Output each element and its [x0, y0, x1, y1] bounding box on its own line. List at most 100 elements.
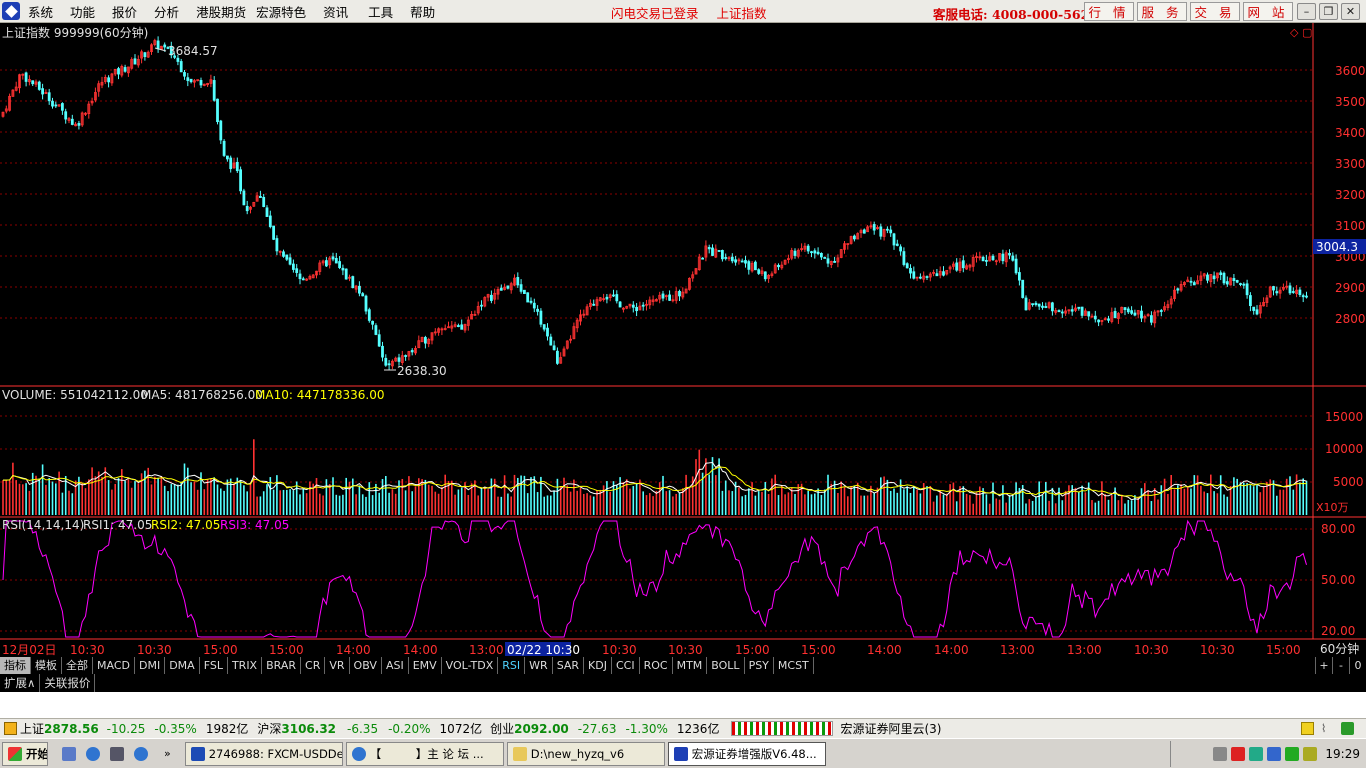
- candle-body: [1235, 280, 1239, 283]
- menu-system[interactable]: 系统: [28, 2, 53, 21]
- chart-settings-icon[interactable]: ◇ ▢: [1290, 26, 1312, 39]
- zoom-out-button[interactable]: -: [1332, 657, 1349, 674]
- candle-body: [219, 120, 223, 141]
- menu-hk-futures[interactable]: 港股期货: [196, 2, 246, 21]
- menu-help[interactable]: 帮助: [410, 2, 435, 21]
- restore-icon[interactable]: ❐: [1319, 3, 1338, 20]
- sh-change: -10.25: [106, 721, 146, 736]
- tab-trix[interactable]: TRIX: [227, 657, 263, 674]
- candle-body: [242, 190, 246, 206]
- close-icon[interactable]: ✕: [1341, 3, 1360, 20]
- bell-icon[interactable]: [1301, 722, 1314, 735]
- minimize-icon[interactable]: –: [1297, 3, 1316, 20]
- menu-hongyuan-special[interactable]: 宏源特色: [256, 2, 306, 21]
- period-label[interactable]: 60分钟: [1320, 641, 1359, 656]
- tab-asi[interactable]: ASI: [381, 657, 409, 674]
- menu-function[interactable]: 功能: [70, 2, 95, 21]
- time-axis: 12月02日 10:30 10:30 15:00 15:00 14:00 14:…: [2, 641, 1359, 657]
- service-button[interactable]: 服 务: [1137, 2, 1187, 21]
- current-index-link[interactable]: 上证指数: [717, 6, 767, 21]
- update-icon[interactable]: [1303, 747, 1318, 761]
- flag-icon[interactable]: [1231, 747, 1246, 761]
- candle-body: [324, 260, 328, 267]
- ie-icon[interactable]: [86, 746, 100, 761]
- tray-icon[interactable]: [1285, 747, 1300, 761]
- sh-price[interactable]: 2878.56: [44, 722, 99, 736]
- candle-body: [895, 243, 899, 246]
- more-icon[interactable]: »: [164, 747, 171, 760]
- tab-macd[interactable]: MACD: [93, 657, 135, 674]
- start-button[interactable]: 开始: [2, 741, 48, 766]
- menu-analysis[interactable]: 分析: [154, 2, 179, 21]
- keyboard-icon[interactable]: [1213, 747, 1228, 761]
- tab-fsl[interactable]: FSL: [199, 657, 228, 674]
- candle-body: [268, 215, 272, 228]
- tab-expand[interactable]: 扩展∧: [0, 674, 41, 692]
- tab-cci[interactable]: CCI: [611, 657, 640, 674]
- tab-mcst[interactable]: MCST: [773, 657, 814, 674]
- tab-dmi[interactable]: DMI: [134, 657, 166, 674]
- candle-body: [37, 81, 41, 90]
- menu-news[interactable]: 资讯: [323, 2, 348, 21]
- chart-area[interactable]: 上证指数 999999(60分钟) ◇ ▢ 3684.57 2638.30 36…: [0, 23, 1366, 658]
- candle-body: [262, 196, 266, 207]
- tab-all[interactable]: 全部: [62, 657, 93, 674]
- tab-mtm[interactable]: MTM: [672, 657, 708, 674]
- tab-related-quotes[interactable]: 关联报价: [40, 674, 96, 692]
- desktop-icon[interactable]: [110, 746, 124, 761]
- task-fxcm[interactable]: 2746988: FXCM-USDDe...: [184, 741, 343, 766]
- volume-tick: 5000: [1333, 475, 1364, 489]
- tab-brar[interactable]: BRAR: [262, 657, 302, 674]
- tab-indicator[interactable]: 指标: [0, 657, 31, 674]
- tab-vr[interactable]: VR: [325, 657, 350, 674]
- candle-body: [1232, 278, 1236, 282]
- candle-body: [1150, 315, 1153, 323]
- tab-emv[interactable]: EMV: [408, 657, 442, 674]
- quicklaunch-icon[interactable]: [62, 746, 76, 761]
- tab-kdj[interactable]: KDJ: [584, 657, 612, 674]
- kline-chart[interactable]: 上证指数 999999(60分钟) ◇ ▢ 3684.57 2638.30 36…: [0, 23, 1366, 658]
- sh-label: 上证: [20, 722, 45, 736]
- tab-boll[interactable]: BOLL: [707, 657, 745, 674]
- menu-tools[interactable]: 工具: [368, 2, 393, 21]
- tab-rsi[interactable]: RSI: [498, 657, 526, 674]
- browser-icon[interactable]: [134, 746, 148, 761]
- status-icon[interactable]: [4, 722, 17, 735]
- candle-body: [107, 77, 110, 83]
- menu-quote[interactable]: 报价: [112, 2, 137, 21]
- task-folder[interactable]: D:\new_hyzq_v6: [506, 741, 665, 766]
- reset-button[interactable]: 0: [1349, 657, 1366, 674]
- task-hongyuan[interactable]: 宏源证券增强版V6.48...: [667, 741, 826, 766]
- tab-sar[interactable]: SAR: [552, 657, 585, 674]
- login-status[interactable]: 闪电交易已登录: [611, 6, 699, 21]
- cy-price[interactable]: 2092.00: [514, 722, 569, 736]
- time-label: 10:30: [602, 643, 637, 657]
- website-button[interactable]: 网 站: [1243, 2, 1293, 21]
- candle-body: [1255, 309, 1259, 315]
- candle-body: [853, 235, 856, 240]
- trade-button[interactable]: 交 易: [1190, 2, 1240, 21]
- server-name[interactable]: 宏源证券阿里云(3): [840, 720, 941, 737]
- zoom-in-button[interactable]: +: [1315, 657, 1332, 674]
- tab-vol-tdx[interactable]: VOL-TDX: [441, 657, 499, 674]
- tab-obv[interactable]: OBV: [349, 657, 382, 674]
- tab-cr[interactable]: CR: [301, 657, 326, 674]
- hs-price[interactable]: 3106.32: [281, 722, 336, 736]
- task-forum[interactable]: 【 】主 论 坛 ...: [345, 741, 504, 766]
- high-price-label: 3684.57: [168, 44, 218, 58]
- sub-tabs: 扩展∧ 关联报价: [0, 674, 1366, 692]
- quote-button[interactable]: 行 情: [1084, 2, 1134, 21]
- clock[interactable]: 19:29: [1325, 747, 1360, 761]
- tab-dma[interactable]: DMA: [165, 657, 200, 674]
- shield-icon[interactable]: [1267, 747, 1282, 761]
- candle-body: [740, 260, 744, 263]
- tab-roc[interactable]: ROC: [639, 657, 673, 674]
- candle-body: [245, 205, 249, 212]
- candle-body: [889, 229, 893, 234]
- time-label: 12月02日: [2, 643, 57, 657]
- network-icon[interactable]: [1249, 747, 1264, 761]
- tab-template[interactable]: 模板: [31, 657, 62, 674]
- candle-body: [186, 77, 190, 81]
- tab-psy[interactable]: PSY: [744, 657, 774, 674]
- tab-wr[interactable]: WR: [525, 657, 553, 674]
